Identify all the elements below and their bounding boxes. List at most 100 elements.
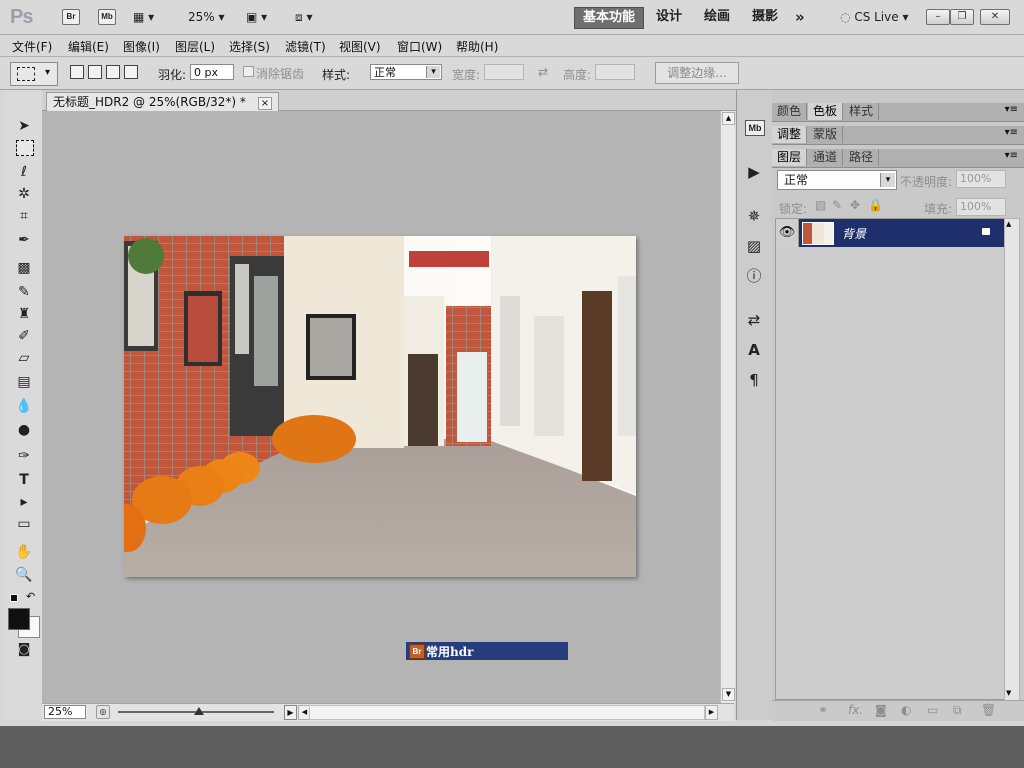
mini-bridge-dock-icon[interactable]: Mb [745, 120, 765, 136]
vertical-scrollbar[interactable]: ▲ ▼ [720, 111, 735, 703]
blur-tool-icon[interactable]: 💧 [14, 396, 34, 416]
fx-icon[interactable]: fx. [848, 703, 863, 717]
minimize-button[interactable]: – [926, 9, 950, 25]
zoom-slider-track[interactable] [118, 707, 274, 715]
workspace-essentials[interactable]: 基本功能 [574, 7, 645, 29]
panel-menu-icon[interactable]: ▾≡ [1005, 150, 1018, 161]
lock-transparent-icon[interactable]: ▨ [815, 198, 826, 212]
layers-scrollbar[interactable]: ▲ ▼ [1004, 218, 1020, 702]
zoom-level-dropdown[interactable]: 25% ▾ [188, 9, 225, 25]
histogram-icon[interactable]: ▨ [743, 236, 765, 256]
menu-image[interactable]: 图像(I) [123, 38, 160, 55]
adjustment-layer-icon[interactable]: ◐ [901, 703, 911, 717]
status-info-icon[interactable]: ◎ [96, 705, 110, 719]
scroll-down-arrow[interactable]: ▼ [1006, 689, 1011, 697]
scroll-right-arrow[interactable]: ▶ [705, 705, 718, 720]
lasso-tool-icon[interactable]: ℓ [14, 162, 34, 182]
tab-swatches[interactable]: 色板 [808, 103, 844, 120]
animation-icon[interactable]: ▶ [743, 162, 765, 182]
tab-styles[interactable]: 样式 [844, 103, 880, 120]
opacity-input[interactable]: 100% [956, 170, 1006, 188]
menu-edit[interactable]: 编辑(E) [68, 38, 109, 55]
menu-layer[interactable]: 图层(L) [175, 38, 215, 55]
tab-layers[interactable]: 图层 [772, 149, 808, 166]
menu-view[interactable]: 视图(V) [339, 38, 381, 55]
panel-menu-icon[interactable]: ▾≡ [1005, 104, 1018, 115]
hand-tool-icon[interactable]: ✋ [14, 542, 34, 562]
foreground-color-swatch[interactable] [8, 608, 30, 630]
lock-image-icon[interactable]: ✎ [832, 198, 842, 212]
style-select[interactable]: 正常 ▾ [370, 64, 442, 80]
tab-color[interactable]: 颜色 [772, 103, 808, 120]
path-selection-tool-icon[interactable]: ▸ [14, 492, 34, 512]
link-layers-icon[interactable]: ⚭ [818, 703, 828, 717]
lock-position-icon[interactable]: ✥ [850, 198, 860, 212]
zoom-slider-thumb[interactable] [194, 707, 205, 715]
type-tool-icon[interactable]: T [14, 470, 34, 490]
bridge-button[interactable]: Br [62, 9, 80, 25]
tab-channels[interactable]: 通道 [808, 149, 844, 166]
bridge-collection-label[interactable]: Br 常用hdr [406, 642, 568, 660]
menu-select[interactable]: 选择(S) [229, 38, 270, 55]
intersect-selection-icon[interactable] [124, 65, 138, 79]
quick-selection-tool-icon[interactable]: ✲ [14, 184, 34, 204]
height-input[interactable] [595, 64, 635, 80]
dodge-tool-icon[interactable]: ● [14, 420, 34, 440]
history-icon[interactable]: ⇄ [743, 310, 765, 330]
quick-mask-icon[interactable]: ◙ [14, 640, 34, 660]
new-selection-icon[interactable] [70, 65, 84, 79]
add-to-selection-icon[interactable] [88, 65, 102, 79]
visibility-eye-icon[interactable]: 👁 [776, 219, 799, 247]
zoom-tool-icon[interactable]: 🔍 [14, 565, 34, 585]
antialias-checkbox[interactable] [243, 66, 254, 77]
scroll-up-arrow[interactable]: ▲ [722, 112, 735, 125]
swap-dimensions-icon[interactable]: ⇄ [538, 65, 548, 79]
tab-masks[interactable]: 蒙版 [808, 126, 844, 143]
crop-tool-icon[interactable]: ⌗ [14, 206, 34, 226]
layer-row-background[interactable]: 👁 背景 [776, 219, 1004, 247]
eraser-tool-icon[interactable]: ▱ [14, 348, 34, 368]
workspace-design[interactable]: 设计 [656, 7, 682, 27]
history-brush-tool-icon[interactable]: ✐ [14, 326, 34, 346]
more-workspaces-button[interactable]: » [795, 7, 805, 27]
tab-adjustments[interactable]: 调整 [772, 126, 808, 143]
add-mask-icon[interactable]: ◙ [875, 703, 887, 717]
screen-mode-dropdown[interactable]: ⧈ ▾ [295, 9, 312, 25]
zoom-field[interactable]: 25% [44, 705, 86, 719]
swap-colors-icon[interactable]: ↶ [26, 590, 35, 603]
new-layer-icon[interactable]: ⧉ [953, 703, 962, 718]
pen-tool-icon[interactable]: ✑ [14, 446, 34, 466]
blend-mode-select[interactable]: 正常 ▾ [777, 170, 897, 190]
default-colors-icon[interactable] [10, 594, 18, 602]
canvas-area[interactable]: Br 常用hdr [42, 111, 720, 703]
close-tab-icon[interactable]: × [257, 97, 273, 110]
close-button[interactable]: ✕ [980, 9, 1010, 25]
panel-menu-icon[interactable]: ▾≡ [1005, 127, 1018, 138]
refine-edge-button[interactable]: 调整边缘... [655, 62, 739, 84]
menu-filter[interactable]: 滤镜(T) [285, 38, 326, 55]
restore-button[interactable]: ❐ [950, 9, 974, 25]
scroll-up-arrow[interactable]: ▲ [1006, 220, 1011, 228]
brush-tool-icon[interactable]: ✎ [14, 282, 34, 302]
status-menu-arrow[interactable]: ▶ [284, 705, 297, 720]
move-tool-icon[interactable]: ➤ [14, 116, 34, 136]
menu-file[interactable]: 文件(F) [12, 38, 52, 55]
layer-name[interactable]: 背景 [842, 225, 866, 242]
subtract-from-selection-icon[interactable] [106, 65, 120, 79]
horizontal-scrollbar[interactable] [309, 705, 705, 720]
lock-all-icon[interactable]: 🔒 [868, 198, 883, 212]
document-tab[interactable]: 无标题_HDR2 @ 25%(RGB/32*) * × [46, 92, 280, 111]
rectangular-marquee-tool-icon[interactable] [16, 140, 34, 156]
arrange-documents-dropdown[interactable]: ▣ ▾ [246, 9, 267, 25]
scroll-down-arrow[interactable]: ▼ [722, 688, 735, 701]
hallway-photo[interactable] [124, 236, 636, 577]
trash-icon[interactable]: 🗑 [981, 703, 996, 717]
menu-help[interactable]: 帮助(H) [456, 38, 498, 55]
info-icon[interactable]: ⓘ [743, 266, 765, 286]
eyedropper-tool-icon[interactable]: ✒ [14, 230, 34, 250]
clone-stamp-tool-icon[interactable]: ♜ [14, 304, 34, 324]
spot-healing-tool-icon[interactable]: ▩ [14, 258, 34, 278]
workspace-photography[interactable]: 摄影 [752, 7, 778, 27]
gradient-tool-icon[interactable]: ▤ [14, 372, 34, 392]
fill-input[interactable]: 100% [956, 198, 1006, 216]
